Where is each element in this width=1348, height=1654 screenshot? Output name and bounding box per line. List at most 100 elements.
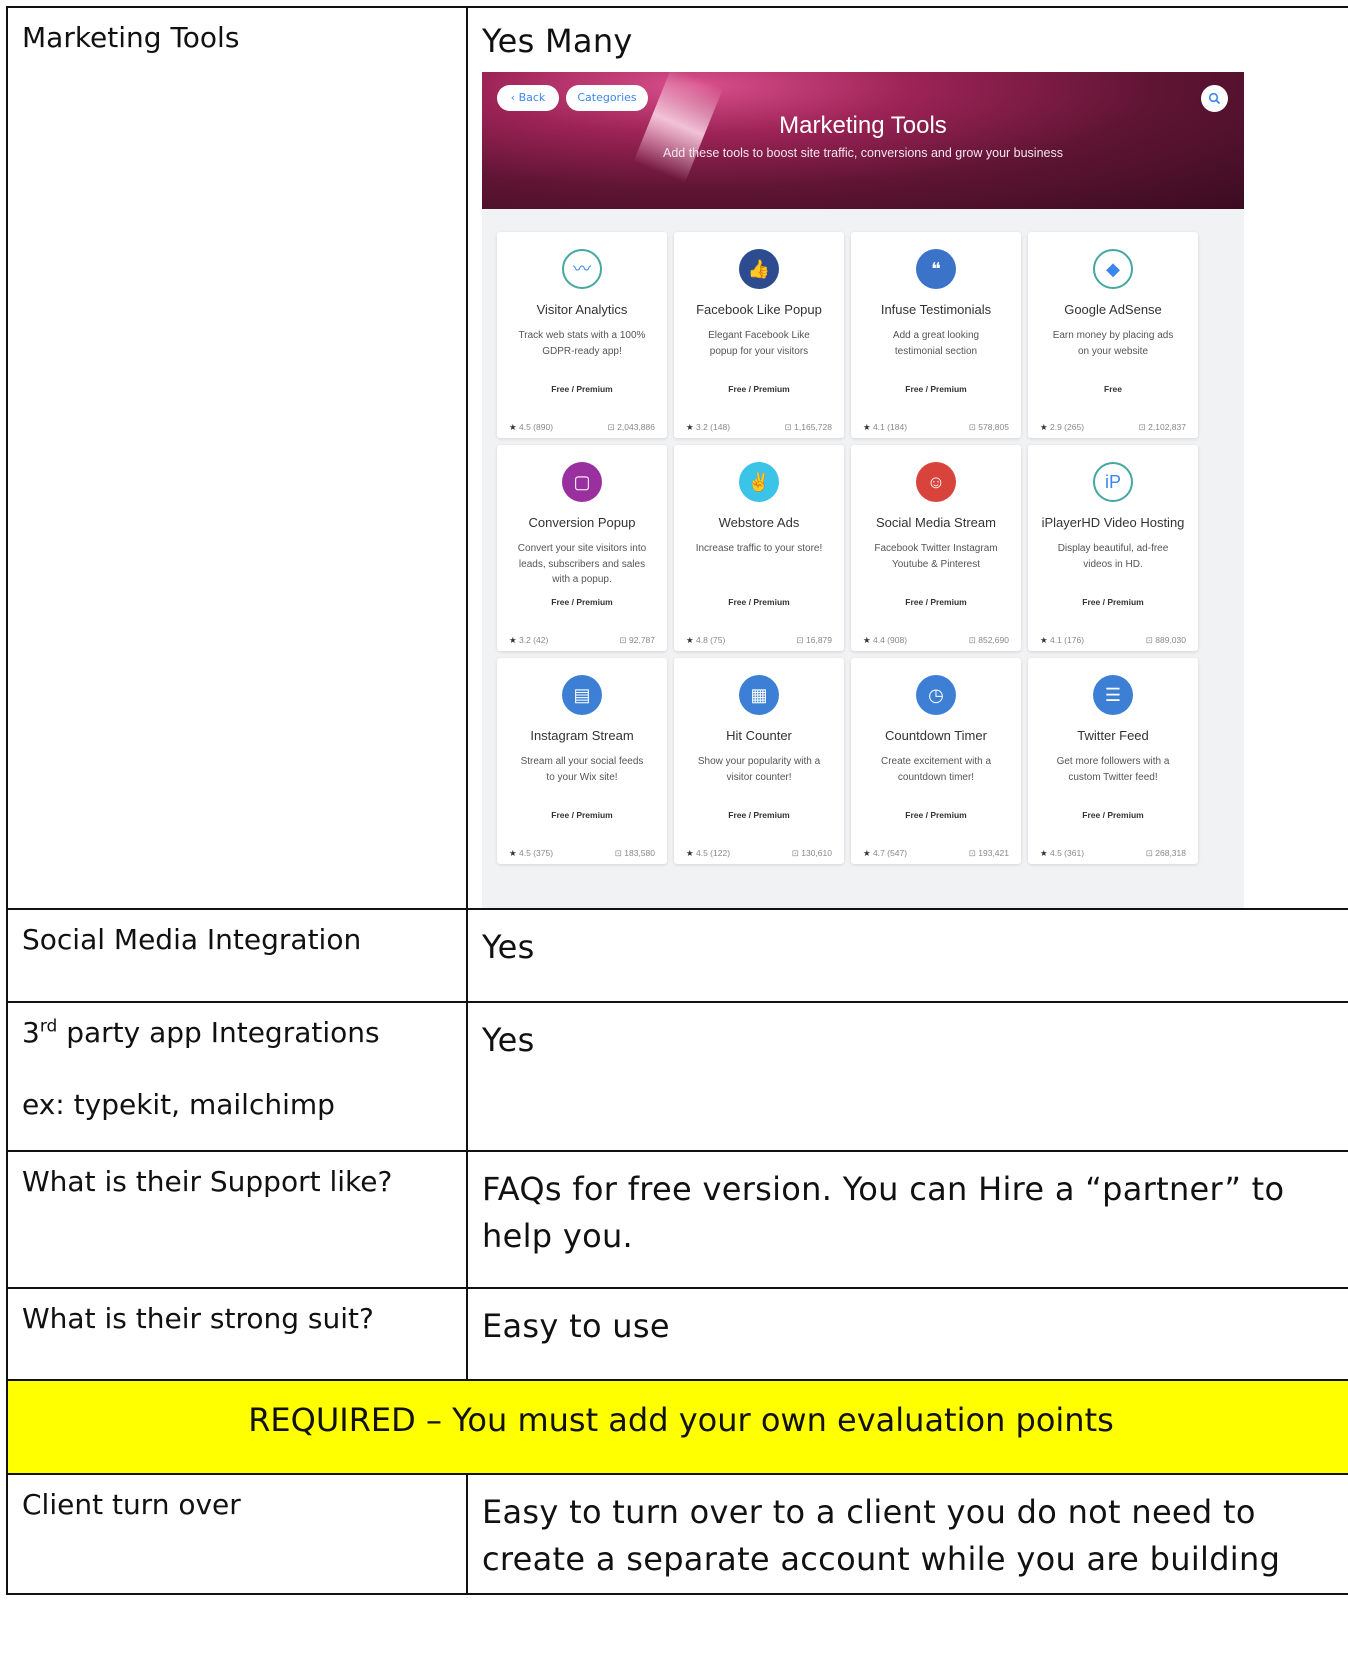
app-card[interactable]: ▢ Conversion Popup Convert your site visit… (497, 445, 667, 652)
app-card[interactable]: 〰 Visitor Analytics Track web stats with a… (497, 232, 667, 439)
star-icon: ★ (863, 635, 871, 646)
installs-value: 578,805 (978, 422, 1009, 433)
app-rating: ★ 3.2 (42) (509, 635, 548, 646)
app-installs: ⊡ 1,165,728 (785, 422, 832, 433)
app-card[interactable]: ✌ Webstore Ads Increase traffic to your st… (674, 445, 844, 652)
app-name[interactable]: Countdown Timer (855, 728, 1017, 743)
app-card[interactable]: ❝ Infuse Testimonials Add a great looking … (851, 232, 1021, 439)
app-name[interactable]: iPlayerHD Video Hosting (1032, 515, 1194, 530)
app-card[interactable]: iP iPlayerHD Video Hosting Display beautif… (1028, 445, 1198, 652)
rating-value: 4.7 (547) (873, 848, 908, 859)
installs-value: 183,580 (624, 848, 655, 859)
label-cell: What is their Support like? (6, 1150, 468, 1290)
search-icon[interactable] (1201, 85, 1228, 113)
app-description: Show your popularity with a visitor coun… (697, 756, 821, 783)
row-label: What is their strong suit? (22, 1302, 374, 1336)
app-name[interactable]: Visitor Analytics (501, 302, 663, 317)
rating-value: 2.9 (265) (1050, 422, 1085, 433)
rating-value: 4.5 (361) (1050, 848, 1085, 859)
app-installs: ⊡ 268,318 (1146, 848, 1186, 859)
app-price: Free / Premium (1082, 597, 1144, 608)
row-value: Easy to turn over to a client you do not… (482, 1493, 1281, 1578)
app-installs: ⊡ 2,102,837 (1139, 422, 1186, 433)
row-required-banner: REQUIRED – You must add your own evaluat… (6, 1379, 1348, 1476)
app-installs: ⊡ 852,690 (969, 635, 1009, 646)
rating-value: 4.1 (184) (873, 422, 908, 433)
row-strong-suit: What is their strong suit? Easy to use (6, 1287, 1348, 1382)
app-name[interactable]: Webstore Ads (678, 515, 840, 530)
app-card[interactable]: ▦ Hit Counter Show your popularity with a … (674, 658, 844, 865)
label-superscript: rd (39, 1017, 58, 1038)
app-installs: ⊡ 130,610 (792, 848, 832, 859)
hero-banner: ‹ Back Categories Marketing Tools Add th… (482, 72, 1244, 210)
app-description: Elegant Facebook Like popup for your vis… (708, 330, 810, 357)
label-cell: Social Media Integration (6, 908, 468, 1004)
download-icon: ⊡ (1145, 635, 1153, 646)
app-name[interactable]: Social Media Stream (855, 515, 1017, 530)
star-icon: ★ (1040, 422, 1048, 433)
row-label: Client turn over (22, 1488, 241, 1522)
installs-value: 889,030 (1155, 635, 1186, 646)
rating-value: 4.5 (890) (519, 422, 554, 433)
app-price: Free / Premium (728, 597, 790, 608)
app-price: Free / Premium (905, 384, 967, 395)
app-description: Get more followers with a custom Twitter… (1056, 756, 1170, 783)
app-price: Free (1104, 384, 1122, 395)
clock-icon: ◷ (916, 675, 956, 716)
app-rating: ★ 3.2 (148) (686, 422, 730, 433)
app-price: Free / Premium (1082, 810, 1144, 821)
app-name[interactable]: Infuse Testimonials (855, 302, 1017, 317)
categories-button[interactable]: Categories (566, 85, 648, 112)
row-value: FAQs for free version. You can Hire a “p… (482, 1170, 1285, 1255)
app-card[interactable]: 👍 Facebook Like Popup Elegant Facebook Lik… (674, 232, 844, 439)
app-rating: ★ 4.8 (75) (686, 635, 725, 646)
row-value: Yes (482, 928, 535, 967)
app-description: Convert your site visitors into leads, s… (517, 543, 647, 586)
app-name[interactable]: Hit Counter (678, 728, 840, 743)
star-icon: ★ (686, 635, 694, 646)
social-stream-icon: ☺ (916, 462, 956, 503)
app-description: Earn money by placing ads on your websit… (1052, 330, 1174, 357)
app-name[interactable]: Conversion Popup (501, 515, 663, 530)
app-name[interactable]: Google AdSense (1032, 302, 1194, 317)
row-value: Yes (482, 1021, 535, 1060)
download-icon: ⊡ (791, 848, 799, 859)
rating-value: 4.4 (908) (873, 635, 908, 646)
installs-value: 92,787 (629, 635, 655, 646)
required-banner: REQUIRED – You must add your own evaluat… (248, 1401, 1114, 1440)
app-rating: ★ 4.1 (184) (863, 422, 907, 433)
app-installs: ⊡ 183,580 (615, 848, 655, 859)
download-icon: ⊡ (614, 848, 622, 859)
app-name[interactable]: Twitter Feed (1032, 728, 1194, 743)
app-name[interactable]: Facebook Like Popup (678, 302, 840, 317)
app-card[interactable]: ▤ Instagram Stream Stream all your social … (497, 658, 667, 865)
installs-value: 2,043,886 (617, 422, 655, 433)
app-name[interactable]: Instagram Stream (501, 728, 663, 743)
row-third-party: 3rd party app Integrations ex: typekit, … (6, 1001, 1348, 1153)
star-icon: ★ (509, 848, 517, 859)
rating-value: 3.2 (148) (696, 422, 731, 433)
app-description: Create excitement with a countdown timer… (880, 756, 992, 783)
installs-value: 852,690 (978, 635, 1009, 646)
app-description: Increase traffic to your store! (695, 543, 823, 555)
back-button[interactable]: ‹ Back (497, 85, 559, 112)
label-cell: 3rd party app Integrations ex: typekit, … (6, 1001, 468, 1153)
star-icon: ★ (686, 422, 694, 433)
app-card[interactable]: ☺ Social Media Stream Facebook Twitter Ins… (851, 445, 1021, 652)
app-price: Free / Premium (728, 810, 790, 821)
app-card[interactable]: ◆ Google AdSense Earn money by placing ads… (1028, 232, 1198, 439)
label-cell: What is their strong suit? (6, 1287, 468, 1382)
app-rating: ★ 4.5 (890) (509, 422, 553, 433)
app-card[interactable]: ◷ Countdown Timer Create excitement with a… (851, 658, 1021, 865)
analytics-icon: 〰 (562, 249, 602, 290)
row-client-turnover: Client turn over Easy to turn over to a … (6, 1473, 1348, 1596)
star-icon: ★ (686, 848, 694, 859)
app-rating: ★ 4.5 (361) (1040, 848, 1084, 859)
app-card[interactable]: ☰ Twitter Feed Get more followers with a c… (1028, 658, 1198, 865)
star-icon: ★ (1040, 635, 1048, 646)
star-icon: ★ (863, 848, 871, 859)
value-cell: Easy to turn over to a client you do not… (466, 1473, 1348, 1596)
twitter-feed-icon: ☰ (1093, 675, 1133, 716)
app-rating: ★ 4.4 (908) (863, 635, 907, 646)
thumbs-up-icon: 👍 (739, 249, 779, 290)
